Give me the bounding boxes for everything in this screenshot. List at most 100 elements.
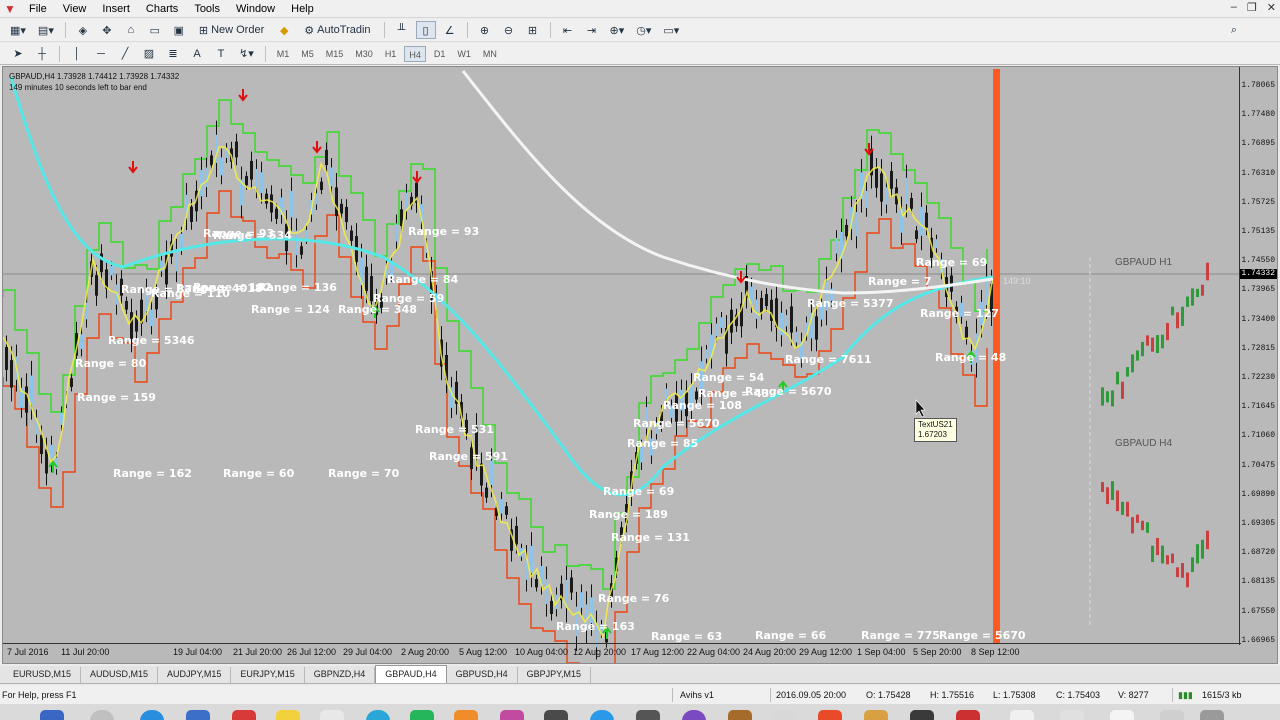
terminal-icon[interactable]: ▭ — [145, 21, 165, 39]
indicators-icon[interactable]: ⊕▾ — [606, 21, 629, 39]
trash-icon[interactable] — [1200, 710, 1224, 720]
time-axis[interactable]: 7 Jul 2016 11 Jul 20:00 19 Jul 04:00 21 Jul… — [3, 643, 1241, 663]
photos-icon[interactable] — [454, 710, 478, 720]
bar-chart-icon[interactable]: ╨ — [392, 21, 412, 39]
downloads-icon[interactable] — [1110, 710, 1134, 720]
new-order-button[interactable]: ⊞ New Order — [193, 21, 270, 39]
mail-icon[interactable] — [186, 710, 210, 720]
chart-canvas[interactable] — [3, 67, 1277, 663]
folder-icon[interactable] — [1060, 710, 1084, 720]
timeframe-m1[interactable]: M1 — [273, 46, 294, 62]
menu-charts[interactable]: Charts — [138, 0, 186, 18]
vertical-line-icon[interactable]: │ — [67, 45, 87, 63]
periods-icon[interactable]: ◷▾ — [632, 21, 655, 39]
label-icon[interactable]: T — [211, 45, 231, 63]
tab-audjpy-m15[interactable]: AUDJPY,M15 — [158, 667, 232, 683]
new-chart-icon[interactable]: ▦▾ — [6, 21, 30, 39]
data-window-icon[interactable]: ⌂ — [121, 21, 141, 39]
timeframe-d1[interactable]: D1 — [430, 46, 450, 62]
candle-body — [515, 525, 518, 545]
metaeditor-icon[interactable]: ◆ — [274, 21, 294, 39]
price-chart[interactable]: GBPAUD,H4 1.73928 1.74412 1.73928 1.7433… — [2, 66, 1278, 664]
tile-windows-icon[interactable]: ⊞ — [523, 21, 543, 39]
notes-icon[interactable] — [276, 710, 300, 720]
terminal-app-icon[interactable] — [544, 710, 568, 720]
range-label: Range = 5346 — [108, 334, 195, 347]
autotrading-button[interactable]: ⚙ AutoTradin — [298, 21, 376, 39]
toolbar-divider — [59, 45, 60, 62]
horizontal-line-icon[interactable]: ─ — [91, 45, 111, 63]
tab-eurusd-m15[interactable]: EURUSD,M15 — [4, 667, 82, 683]
trendline-icon[interactable]: ╱ — [115, 45, 135, 63]
restore-icon[interactable]: ❐ — [1247, 1, 1257, 14]
candle-body — [70, 378, 73, 387]
app-icon-gray[interactable] — [1160, 710, 1184, 720]
timeframe-h4[interactable]: H4 — [404, 45, 426, 62]
safari-icon[interactable] — [90, 710, 114, 720]
minimize-icon[interactable]: – — [1231, 1, 1237, 14]
tab-audusd-m15[interactable]: AUDUSD,M15 — [81, 667, 159, 683]
reminders-icon[interactable] — [320, 710, 344, 720]
fibonacci-icon[interactable]: ≣ — [163, 45, 183, 63]
menu-window[interactable]: Window — [228, 0, 283, 18]
timeframe-mn[interactable]: MN — [479, 46, 501, 62]
tab-gbpusd-h4[interactable]: GBPUSD,H4 — [447, 667, 518, 683]
cursor-icon[interactable]: ➤ — [8, 45, 28, 63]
menu-bar: ▼ File View Insert Charts Tools Window H… — [0, 0, 1280, 18]
menu-tools[interactable]: Tools — [186, 0, 228, 18]
timeframe-w1[interactable]: W1 — [453, 46, 475, 62]
skype-icon[interactable] — [590, 710, 614, 720]
price-axis[interactable]: 1.78065 1.77480 1.76895 1.76310 1.75725 1.751… — [1239, 67, 1277, 645]
time-tick-label: 17 Aug 12:00 — [631, 647, 685, 657]
search-icon[interactable]: ⌕ — [1224, 21, 1244, 39]
appstore-icon[interactable] — [366, 710, 390, 720]
timeframe-m15[interactable]: M15 — [322, 46, 348, 62]
auto-scroll-icon[interactable]: ⇤ — [558, 21, 578, 39]
messages-icon[interactable] — [410, 710, 434, 720]
calendar-icon[interactable] — [232, 710, 256, 720]
menu-file[interactable]: File — [21, 0, 55, 18]
close-icon[interactable]: ✕ — [1267, 1, 1276, 14]
candlestick-icon[interactable]: ▯ — [415, 21, 436, 39]
viber-icon[interactable] — [682, 710, 706, 720]
tab-gbpnzd-h4[interactable]: GBPNZD,H4 — [305, 667, 376, 683]
templates-icon[interactable]: ▭▾ — [659, 21, 683, 39]
tab-eurjpy-m15[interactable]: EURJPY,M15 — [231, 667, 305, 683]
line-chart-icon[interactable]: ∠ — [440, 21, 460, 39]
timeframe-m30[interactable]: M30 — [351, 46, 377, 62]
zoom-out-icon[interactable]: ⊖ — [499, 21, 519, 39]
price-tick-label: 1.69305 — [1241, 519, 1275, 528]
zoom-in-icon[interactable]: ⊕ — [475, 21, 495, 39]
candle-body — [795, 331, 798, 343]
timeframe-m5[interactable]: M5 — [297, 46, 318, 62]
arrows-icon[interactable]: ↯▾ — [235, 45, 258, 63]
app-icon-gold[interactable] — [864, 710, 888, 720]
menu-view[interactable]: View — [55, 0, 95, 18]
tab-gbpaud-h4[interactable]: GBPAUD,H4 — [375, 665, 447, 683]
crosshair-icon[interactable]: ┼ — [32, 45, 52, 63]
navigator-icon[interactable]: ✥ — [97, 21, 117, 39]
app-icon-dark[interactable] — [910, 710, 934, 720]
channel-icon[interactable]: ▨ — [139, 45, 159, 63]
app-icon-brown[interactable] — [728, 710, 752, 720]
profiles-icon[interactable]: ▤▾ — [34, 21, 58, 39]
text-icon[interactable]: A — [187, 45, 207, 63]
document-icon[interactable] — [1010, 710, 1034, 720]
chart-shift-icon[interactable]: ⇥ — [582, 21, 602, 39]
settings-icon[interactable] — [636, 710, 660, 720]
market-watch-icon[interactable]: ◈ — [73, 21, 93, 39]
itunes-icon[interactable] — [500, 710, 524, 720]
timeframe-h1[interactable]: H1 — [381, 46, 401, 62]
finder-icon[interactable] — [40, 710, 64, 720]
candle-body — [505, 506, 508, 515]
tester-icon[interactable]: ▣ — [169, 21, 189, 39]
browser-icon[interactable] — [140, 710, 164, 720]
menu-help[interactable]: Help — [283, 0, 322, 18]
candle-body — [480, 463, 483, 486]
toolbar-divider — [264, 45, 266, 62]
tab-gbpjpy-m15[interactable]: GBPJPY,M15 — [518, 667, 592, 683]
app-icon-crimson[interactable] — [956, 710, 980, 720]
menu-insert[interactable]: Insert — [94, 0, 138, 18]
app-icon-red[interactable] — [818, 710, 842, 720]
preview-icon[interactable] — [772, 710, 796, 720]
